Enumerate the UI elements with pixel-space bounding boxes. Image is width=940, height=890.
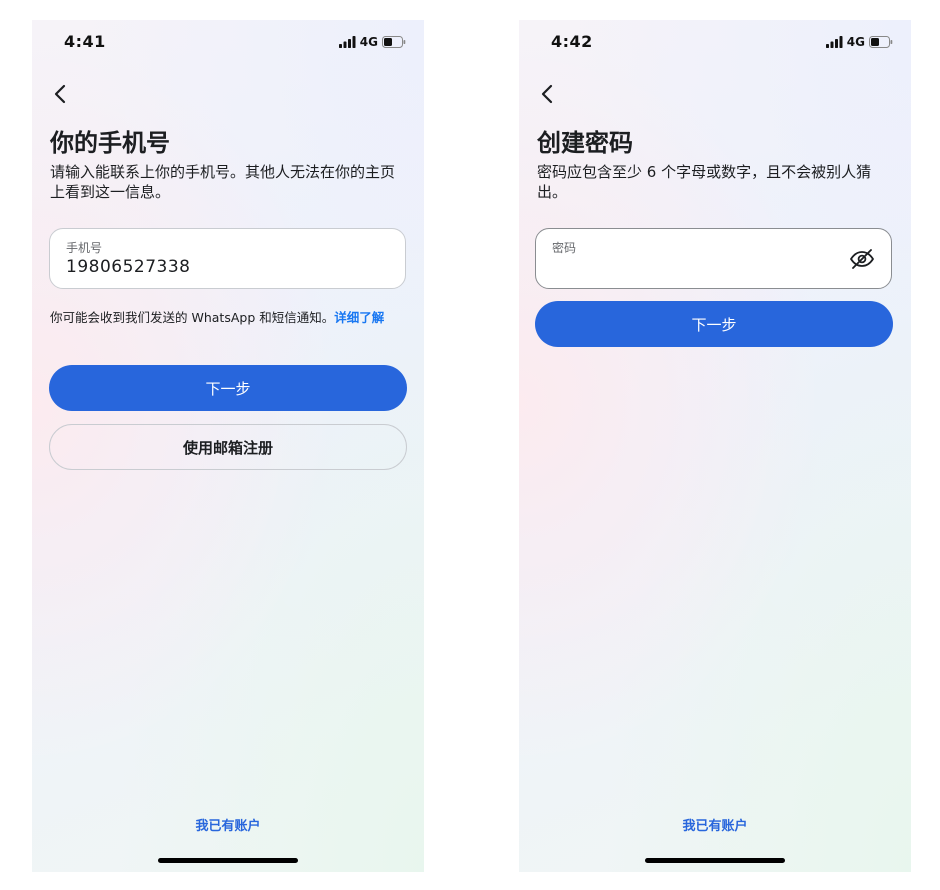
password-input[interactable] (552, 257, 852, 277)
status-bar: 4:42 4G (519, 20, 911, 66)
status-bar: 4:41 4G (32, 20, 424, 66)
phone-screen-phone-number: 4:41 4G 你的手机号 请输入能联系上你的手机号。其他人无法在你的主页上看到… (32, 20, 424, 872)
next-button[interactable]: 下一步 (535, 301, 893, 347)
status-time: 4:42 (551, 32, 593, 51)
page-title: 你的手机号 (50, 129, 170, 157)
network-type: 4G (846, 35, 865, 49)
password-label: 密码 (552, 241, 577, 255)
screenshot-canvas: 4:41 4G 你的手机号 请输入能联系上你的手机号。其他人无法在你的主页上看到… (0, 0, 940, 890)
battery-icon (869, 36, 893, 48)
phone-number-field[interactable]: 手机号 (49, 228, 406, 289)
chevron-left-icon[interactable] (50, 82, 72, 106)
home-indicator (158, 858, 298, 863)
network-type: 4G (359, 35, 378, 49)
status-indicators: 4G (338, 35, 406, 49)
status-indicators: 4G (825, 35, 893, 49)
status-time: 4:41 (64, 32, 106, 51)
phone-screen-create-password: 4:42 4G 创建密码 密码应包含至少 6 个字母或数字，且不会被别人猜出。 … (519, 20, 911, 872)
page-subtitle: 请输入能联系上你的手机号。其他人无法在你的主页上看到这一信息。 (50, 163, 396, 201)
have-account-link[interactable]: 我已有账户 (519, 815, 911, 834)
signal-bars-icon (338, 36, 356, 48)
eye-off-icon[interactable] (849, 247, 875, 271)
notification-notice: 你可能会收到我们发送的 WhatsApp 和短信通知。详细了解 (50, 309, 402, 327)
phone-number-input[interactable] (66, 257, 366, 277)
page-title: 创建密码 (537, 129, 633, 157)
have-account-link[interactable]: 我已有账户 (32, 815, 424, 834)
home-indicator (645, 858, 785, 863)
chevron-left-icon[interactable] (537, 82, 559, 106)
page-subtitle: 密码应包含至少 6 个字母或数字，且不会被别人猜出。 (537, 163, 872, 201)
signal-bars-icon (825, 36, 843, 48)
email-signup-button[interactable]: 使用邮箱注册 (49, 424, 407, 470)
next-button[interactable]: 下一步 (49, 365, 407, 411)
battery-icon (382, 36, 406, 48)
learn-more-link[interactable]: 详细了解 (334, 310, 384, 325)
password-field[interactable]: 密码 (535, 228, 892, 289)
phone-number-label: 手机号 (66, 241, 103, 255)
notice-text: 你可能会收到我们发送的 WhatsApp 和短信通知。 (50, 310, 335, 325)
